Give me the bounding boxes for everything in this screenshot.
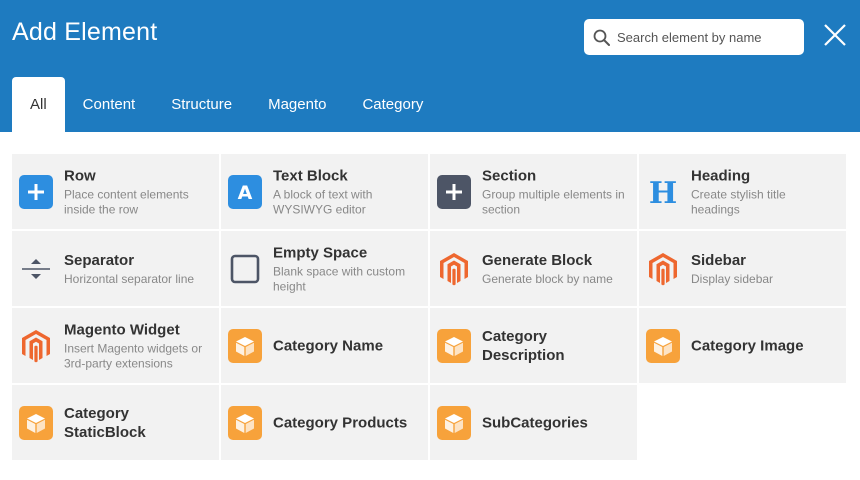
element-name: Category StaticBlock: [64, 404, 146, 441]
search-input[interactable]: [617, 19, 797, 55]
search-icon: [593, 29, 610, 46]
box-icon: [228, 328, 262, 363]
element-name: Category Name: [273, 337, 384, 354]
element-name: Sidebar: [691, 251, 747, 269]
tab-structure[interactable]: Structure: [153, 77, 250, 132]
element-card-separator[interactable]: Separator Horizontal separator line: [12, 231, 221, 308]
element-description: Place content elements inside the row: [64, 187, 189, 216]
element-card-heading[interactable]: H Heading Create stylish title headings: [639, 154, 848, 231]
tab-magento[interactable]: Magento: [250, 77, 344, 132]
tab-category[interactable]: Category: [344, 77, 441, 132]
element-name: Category Products: [273, 414, 408, 431]
element-card-text: Sidebar Display sidebar: [691, 251, 840, 287]
tab-bar: All Content Structure Magento Category: [12, 77, 441, 132]
element-card-text: Text Block A block of text with WYSIWYG e…: [273, 166, 422, 217]
close-button[interactable]: [822, 22, 848, 48]
element-name: Section: [482, 167, 537, 184]
tab-content[interactable]: Content: [65, 77, 154, 132]
separator-icon: [19, 252, 53, 286]
element-description: Insert Magento widgets or 3rd-party exte…: [64, 341, 203, 370]
element-name: Generate Block: [482, 251, 593, 269]
element-card-category-description[interactable]: Category Description: [430, 308, 639, 385]
magento-logo-icon: [646, 252, 680, 286]
element-description: Create stylish title headings: [691, 187, 786, 216]
element-name: Row: [64, 167, 96, 184]
element-card-text: Empty Space Blank space with custom heigh…: [273, 243, 422, 294]
element-description: Generate block by name: [482, 271, 613, 286]
close-icon: [824, 24, 846, 46]
plus-icon: [437, 174, 471, 209]
box-icon: [228, 405, 262, 440]
element-name: Heading: [691, 167, 751, 184]
element-card-sidebar[interactable]: Sidebar Display sidebar: [639, 231, 848, 308]
element-card-category-staticblock[interactable]: Category StaticBlock: [12, 385, 221, 462]
element-name: Separator: [64, 251, 135, 269]
element-card-empty-space[interactable]: Empty Space Blank space with custom heigh…: [221, 231, 430, 308]
magento-logo-icon: [19, 329, 53, 363]
search-box[interactable]: [584, 19, 804, 55]
element-card-text: SubCategories: [482, 413, 631, 432]
empty-square-icon: [228, 252, 262, 286]
element-card-row[interactable]: Row Place content elements inside the row: [12, 154, 221, 231]
svg-text:A: A: [238, 182, 253, 203]
element-name: Category Description: [482, 327, 565, 364]
element-name: Empty Space: [273, 244, 368, 261]
box-icon: [437, 405, 471, 440]
element-description: Group multiple elements in section: [482, 187, 625, 216]
tab-all[interactable]: All: [12, 77, 65, 132]
element-description: A block of text with WYSIWYG editor: [273, 187, 373, 216]
element-card-text: Heading Create stylish title headings: [691, 166, 840, 217]
element-grid: Row Place content elements inside the row…: [12, 154, 848, 462]
box-icon: [437, 328, 471, 363]
element-card-text: Category Name: [273, 336, 422, 355]
element-card-text: Category Description: [482, 327, 631, 365]
element-card-text: Section Group multiple elements in sectio…: [482, 166, 631, 217]
element-card-text: Generate Block Generate block by name: [482, 251, 631, 287]
element-card-text: Row Place content elements inside the row: [64, 166, 213, 217]
element-card-generate-block[interactable]: Generate Block Generate block by name: [430, 231, 639, 308]
plus-icon: [19, 174, 53, 209]
magento-logo-icon: [437, 252, 471, 286]
element-card-category-image[interactable]: Category Image: [639, 308, 848, 385]
element-name: Category Image: [691, 337, 804, 354]
modal-header: Add Element All Content Structure Magent…: [0, 0, 860, 132]
text-a-icon: A: [228, 174, 262, 209]
svg-text:H: H: [649, 176, 677, 208]
element-card-magento-widget[interactable]: Magento Widget Insert Magento widgets or …: [12, 308, 221, 385]
element-name: SubCategories: [482, 414, 588, 431]
element-description: Blank space with custom height: [273, 264, 406, 293]
element-card-text-block[interactable]: A Text Block A block of text with WYSIWYG …: [221, 154, 430, 231]
modal-title: Add Element: [12, 18, 158, 46]
element-card-text: Category StaticBlock: [64, 404, 213, 442]
element-name: Text Block: [273, 167, 348, 184]
element-card-subcategories[interactable]: SubCategories: [430, 385, 639, 462]
box-icon: [646, 328, 680, 363]
grid-empty-slot: [639, 385, 848, 462]
box-icon: [19, 405, 53, 440]
element-card-text: Separator Horizontal separator line: [64, 251, 213, 287]
element-card-text: Category Image: [691, 336, 840, 355]
element-card-category-products[interactable]: Category Products: [221, 385, 430, 462]
element-card-section[interactable]: Section Group multiple elements in sectio…: [430, 154, 639, 231]
element-card-category-name[interactable]: Category Name: [221, 308, 430, 385]
element-description: Display sidebar: [691, 271, 774, 286]
element-name: Magento Widget: [64, 321, 180, 338]
element-card-text: Magento Widget Insert Magento widgets or …: [64, 320, 213, 371]
element-card-text: Category Products: [273, 413, 422, 432]
heading-h-icon: H: [646, 175, 680, 209]
element-description: Horizontal separator line: [64, 271, 195, 286]
